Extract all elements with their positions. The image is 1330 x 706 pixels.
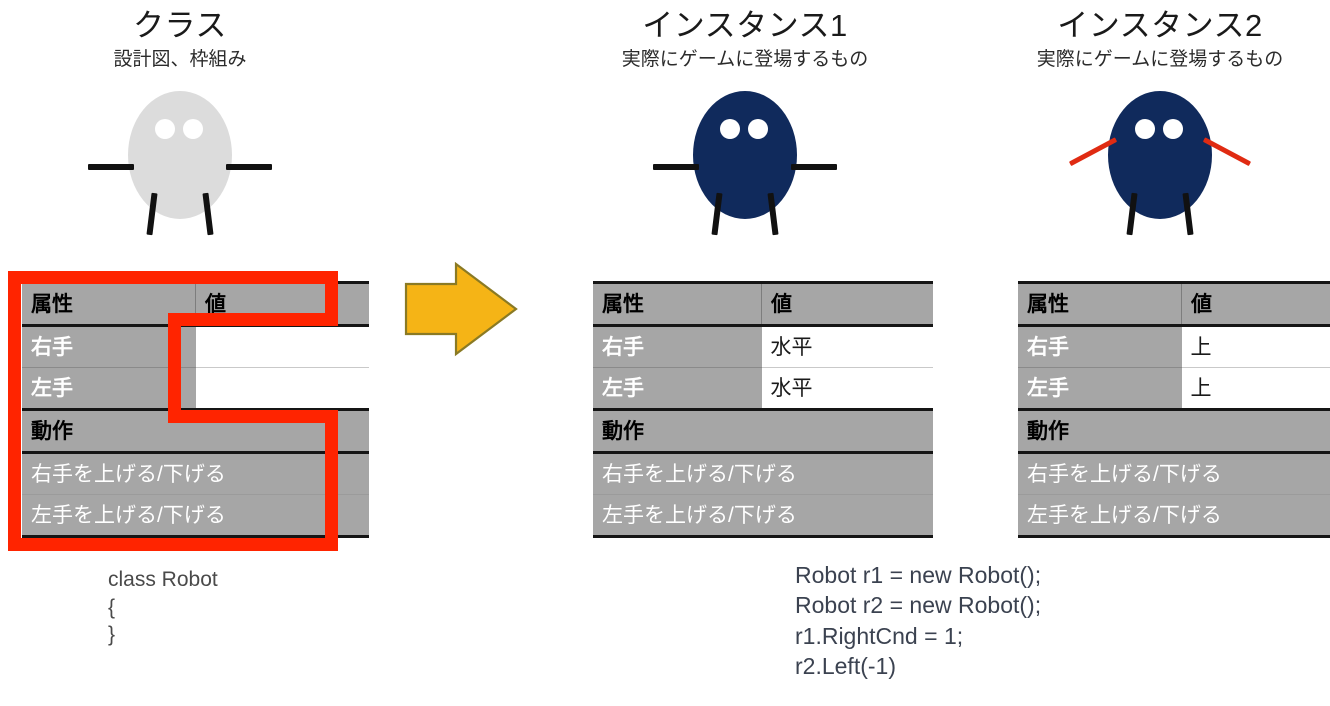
section-label-methods: 動作 [1018,408,1330,454]
robot-arm-right [226,164,272,171]
instance2-robot-figure [975,85,1330,236]
robot-arm-left [88,164,134,171]
table-row: 右手を上げる/下げる [1018,452,1330,495]
class-code-snippet: class Robot { } [108,568,218,647]
method-right-hand: 右手を上げる/下げる [593,452,933,495]
class-subtitle: 設計図、枠組み [113,48,247,70]
table-row: 左手を上げる/下げる [22,494,369,538]
method-left-hand: 左手を上げる/下げる [1018,494,1330,538]
class-title: クラス [133,8,227,43]
header-cell-attribute: 属性 [593,281,762,327]
method-right-hand: 右手を上げる/下げる [22,452,369,495]
instance2-attribute-table: 属性 値 右手 上 左手 上 動作 右手を上げる/下げる 左手を上げる/下げる [1018,281,1330,538]
instance1-subtitle: 実際にゲームに登場するもの [621,48,869,70]
method-right-hand: 右手を上げる/下げる [1018,452,1330,495]
instance1-column: インスタンス1 実際にゲームに登場するもの [560,0,930,236]
attribute-value-left-hand [195,367,369,410]
table-header-row: 属性 値 [593,281,933,327]
table-section-row: 動作 [22,408,369,454]
table-row: 右手 上 [1018,325,1330,368]
table-row: 右手を上げる/下げる [593,452,933,495]
class-robot-figure [0,85,360,236]
class-attribute-table: 属性 値 右手 左手 動作 右手を上げる/下げる 左手を上げる/下げる [22,281,369,538]
robot-body [693,91,797,220]
table-row: 左手 [22,367,369,411]
table-row: 右手 [22,325,369,368]
class-column: クラス 設計図、枠組み [0,0,360,236]
attribute-name-left-hand: 左手 [1018,367,1182,410]
header-cell-attribute: 属性 [1018,281,1182,327]
attribute-name-left-hand: 左手 [22,367,196,411]
method-left-hand: 左手を上げる/下げる [593,494,933,538]
instance1-title: インスタンス1 [642,8,848,43]
robot-body [1108,91,1212,220]
robot-arm-right [791,164,837,171]
header-cell-value: 値 [761,281,933,327]
arrow-right-icon [404,262,518,357]
transformation-arrow [404,262,519,357]
table-row: 左手 上 [1018,367,1330,410]
table-row: 左手を上げる/下げる [1018,494,1330,538]
attribute-value-left-hand: 水平 [761,367,933,410]
highlight-edge-left [8,271,21,551]
instance2-column: インスタンス2 実際にゲームに登場するもの [975,0,1330,236]
method-left-hand: 左手を上げる/下げる [22,494,369,538]
table-row: 右手を上げる/下げる [22,452,369,495]
attribute-value-right-hand [195,325,369,368]
attribute-value-left-hand: 上 [1181,367,1330,410]
table-row: 左手を上げる/下げる [593,494,933,538]
robot-arm-left [653,164,699,171]
attribute-name-left-hand: 左手 [593,367,762,410]
section-label-methods: 動作 [593,408,933,454]
header-cell-attribute: 属性 [22,281,196,327]
table-row: 右手 水平 [593,325,933,368]
instance1-robot-figure [560,85,930,236]
highlight-edge-bottom [8,538,338,551]
section-label-methods: 動作 [22,408,369,454]
attribute-value-right-hand: 水平 [761,325,933,368]
instance-code-snippet: Robot r1 = new Robot(); Robot r2 = new R… [795,562,1042,680]
header-cell-value: 値 [1181,281,1330,327]
robot-body [128,91,232,220]
attribute-name-right-hand: 右手 [22,325,196,368]
attribute-name-right-hand: 右手 [1018,325,1182,368]
table-section-row: 動作 [593,408,933,454]
instance2-subtitle: 実際にゲームに登場するもの [1036,48,1284,70]
instance1-attribute-table: 属性 値 右手 水平 左手 水平 動作 右手を上げる/下げる 左手を上げる/下げ… [593,281,933,538]
table-header-row: 属性 値 [22,281,369,327]
attribute-name-right-hand: 右手 [593,325,762,368]
instance2-title: インスタンス2 [1057,8,1263,43]
table-header-row: 属性 値 [1018,281,1330,327]
attribute-value-right-hand: 上 [1181,325,1330,368]
table-section-row: 動作 [1018,408,1330,454]
header-cell-value: 値 [195,281,369,327]
table-row: 左手 水平 [593,367,933,410]
